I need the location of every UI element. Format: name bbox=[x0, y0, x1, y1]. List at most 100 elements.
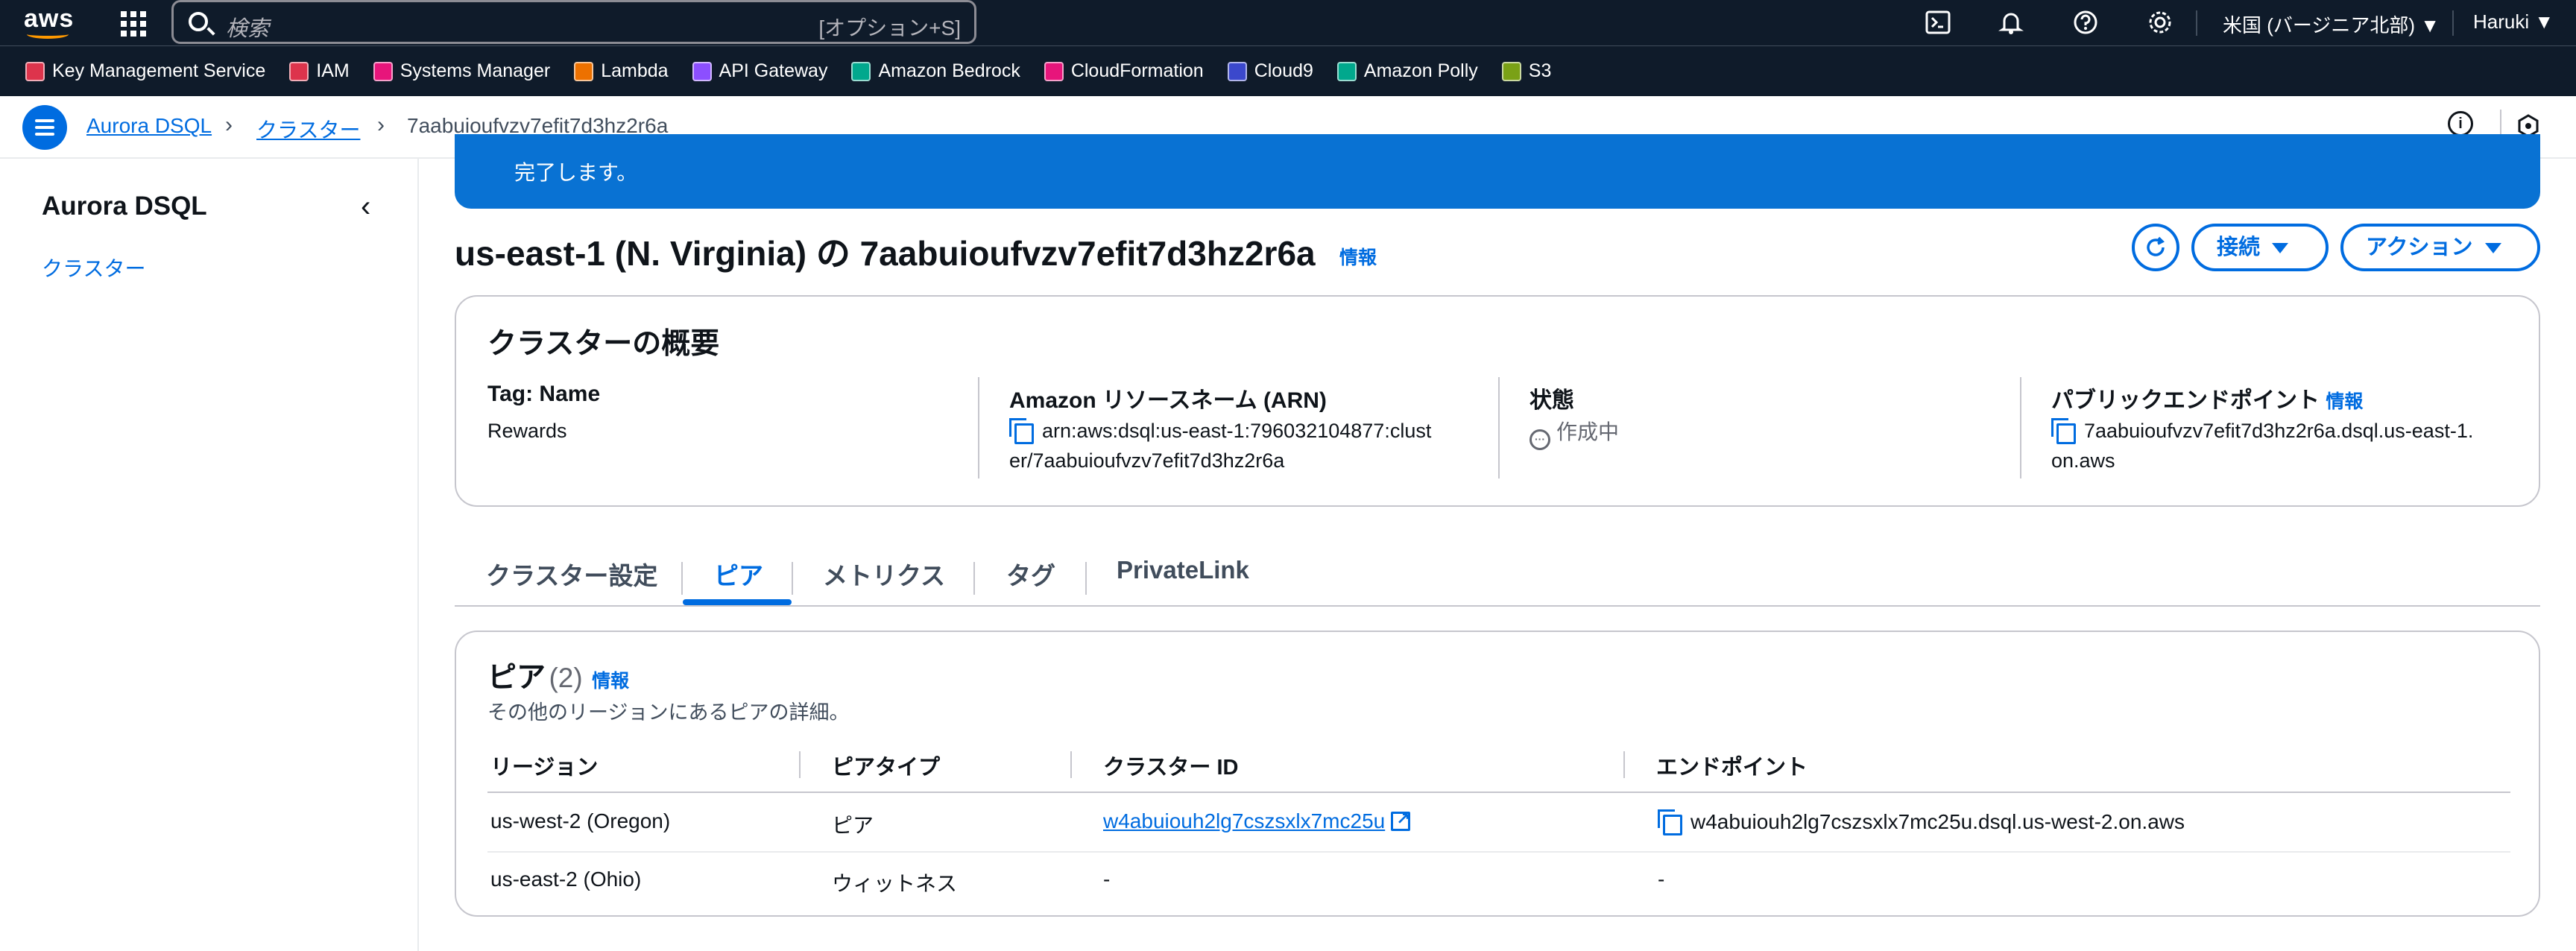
favorite-label: Cloud9 bbox=[1254, 60, 1313, 81]
actions-button-label: アクション bbox=[2366, 236, 2473, 259]
actions-button[interactable]: アクション bbox=[2340, 224, 2540, 271]
tab-privatelink[interactable]: PrivateLink bbox=[1117, 556, 1249, 584]
tab-divider bbox=[681, 562, 683, 595]
nav-divider bbox=[2196, 10, 2197, 36]
aws-logo[interactable]: aws bbox=[24, 4, 73, 40]
sidebar-title: Aurora DSQL bbox=[42, 192, 207, 221]
peers-card: ピア (2) 情報 その他のリージョンにあるピアの詳細。 リージョン ピアタイプ… bbox=[455, 631, 2540, 917]
connect-button[interactable]: 接続 bbox=[2191, 224, 2329, 271]
sidebar-item-clusters[interactable]: クラスター bbox=[42, 253, 145, 282]
favorite-label: Systems Manager bbox=[400, 60, 551, 81]
search-shortcut: [オプション+S] bbox=[818, 16, 961, 40]
arn-label: Amazon リソースネーム (ARN) bbox=[1009, 388, 1327, 413]
top-navigation: aws 検索 [オプション+S] 米国 (バージニア北部) ▼ Haruki ▼ bbox=[0, 0, 2576, 45]
peers-header: ピア (2) 情報 bbox=[487, 654, 629, 696]
copy-endpoint-icon[interactable] bbox=[2051, 418, 2076, 444]
endpoint-value: 7aabuioufvzv7efit7d3hz2r6a.dsql.us-east-… bbox=[2051, 416, 2473, 476]
arn-value: arn:aws:dsql:us-east-1:796032104877:clus… bbox=[1009, 416, 1431, 476]
endpoint-value-line2: on.aws bbox=[2051, 449, 2115, 472]
chevron-right-icon: › bbox=[377, 113, 385, 137]
column-header-cluster-id[interactable]: クラスター ID bbox=[1103, 750, 1238, 781]
tab-peers[interactable]: ピア bbox=[714, 556, 763, 592]
column-resizer[interactable] bbox=[799, 751, 801, 778]
row-divider bbox=[487, 851, 2510, 853]
notifications-bell-icon[interactable] bbox=[1998, 9, 2024, 36]
favorite-item[interactable]: Key Management Service bbox=[25, 60, 265, 82]
flash-notification: 完了します。 bbox=[455, 134, 2540, 209]
refresh-icon bbox=[2147, 236, 2165, 256]
service-icon bbox=[1227, 61, 1247, 81]
favorite-item[interactable]: API Gateway bbox=[692, 60, 827, 82]
favorites-bar: Key Management Service IAM Systems Manager… bbox=[0, 45, 2576, 96]
divider bbox=[2500, 110, 2501, 135]
row2-peer-type: ウィットネス bbox=[832, 872, 958, 895]
row2-endpoint: - bbox=[1658, 868, 1665, 891]
overview-title: クラスターの概要 bbox=[487, 328, 720, 360]
arn-value-line2: er/7aabuioufvzv7efit7d3hz2r6a bbox=[1009, 449, 1285, 472]
page-info-link[interactable]: 情報 bbox=[1339, 243, 1377, 270]
row1-cluster-id[interactable]: w4abuiouh2lg7cszsxlx7mc25u bbox=[1103, 809, 1385, 832]
aws-smile-icon bbox=[27, 30, 69, 39]
copy-endpoint-icon[interactable] bbox=[1658, 809, 1682, 835]
flash-message: 完了します。 bbox=[514, 161, 638, 184]
header-divider bbox=[487, 792, 2510, 793]
service-icon bbox=[574, 61, 594, 81]
row1-peer-type: ピア bbox=[832, 814, 874, 837]
favorite-item[interactable]: Amazon Bedrock bbox=[851, 60, 1020, 82]
peers-info-link[interactable]: 情報 bbox=[592, 671, 629, 692]
status-label: 状態 bbox=[1530, 388, 1574, 413]
favorite-item[interactable]: Cloud9 bbox=[1227, 60, 1313, 82]
row1-cluster-id-link[interactable]: w4abuiouh2lg7cszsxlx7mc25u bbox=[1103, 809, 1411, 833]
refresh-button[interactable] bbox=[2132, 224, 2179, 271]
tab-tags[interactable]: タグ bbox=[1006, 556, 1055, 592]
column-header-endpoint[interactable]: エンドポイント bbox=[1656, 750, 1808, 781]
services-grid-icon[interactable] bbox=[119, 10, 146, 37]
breadcrumb-clusters[interactable]: クラスター bbox=[256, 114, 360, 144]
service-icon bbox=[1044, 61, 1064, 81]
cluster-overview-card: クラスターの概要 Tag: Name Rewards Amazon リソースネー… bbox=[455, 295, 2540, 507]
row2-region: us-east-2 (Ohio) bbox=[490, 868, 642, 891]
menu-toggle-button[interactable] bbox=[22, 105, 67, 150]
favorite-item[interactable]: Lambda bbox=[574, 60, 669, 82]
page-title: us-east-1 (N. Virginia) の 7aabuioufvzv7e… bbox=[455, 234, 1316, 273]
cloudshell-icon[interactable] bbox=[1925, 9, 1951, 36]
row1-region: us-west-2 (Oregon) bbox=[490, 809, 671, 832]
connect-button-label: 接続 bbox=[2217, 236, 2261, 259]
status-value: 作成中 bbox=[1556, 420, 1620, 443]
column-divider bbox=[2020, 377, 2021, 478]
column-header-peer-type[interactable]: ピアタイプ bbox=[832, 750, 940, 781]
detail-tabs: クラスター設定 ピア メトリクス タグ PrivateLink bbox=[455, 541, 2540, 607]
favorite-item[interactable]: CloudFormation bbox=[1044, 60, 1204, 82]
region-selector[interactable]: 米国 (バージニア北部) ▼ bbox=[2223, 10, 2440, 38]
peers-description: その他のリージョンにあるピアの詳細。 bbox=[487, 701, 850, 724]
user-menu[interactable]: Haruki ▼ bbox=[2473, 10, 2554, 34]
search-placeholder: 検索 bbox=[226, 17, 270, 41]
column-resizer[interactable] bbox=[1070, 751, 1072, 778]
favorite-item[interactable]: IAM bbox=[289, 60, 350, 82]
side-navigation: Aurora DSQL ‹ クラスター bbox=[0, 159, 419, 951]
tab-cluster-settings[interactable]: クラスター設定 bbox=[486, 556, 657, 592]
tab-metrics[interactable]: メトリクス bbox=[823, 556, 945, 592]
active-tab-indicator bbox=[683, 599, 792, 605]
endpoint-value-line1: 7aabuioufvzv7efit7d3hz2r6a.dsql.us-east-… bbox=[2084, 420, 2474, 442]
search-input[interactable]: 検索 [オプション+S] bbox=[171, 0, 976, 44]
settings-gear-icon[interactable] bbox=[2147, 9, 2174, 36]
column-resizer[interactable] bbox=[1623, 751, 1625, 778]
row1-endpoint-value: w4abuiouh2lg7cszsxlx7mc25u.dsql.us-west-… bbox=[1690, 810, 2185, 833]
info-panel-icon[interactable]: i bbox=[2448, 111, 2473, 136]
favorite-item[interactable]: Amazon Polly bbox=[1336, 60, 1478, 82]
favorite-item[interactable]: Systems Manager bbox=[373, 60, 550, 82]
column-header-region[interactable]: リージョン bbox=[490, 750, 598, 781]
breadcrumb-aurora-dsql[interactable]: Aurora DSQL bbox=[86, 114, 212, 138]
favorite-label: Amazon Bedrock bbox=[878, 60, 1020, 81]
service-icon bbox=[1336, 61, 1357, 81]
service-icon bbox=[373, 61, 393, 81]
service-icon bbox=[25, 61, 45, 81]
favorite-item[interactable]: S3 bbox=[1501, 60, 1551, 82]
copy-arn-icon[interactable] bbox=[1009, 418, 1034, 444]
endpoint-info-link[interactable]: 情報 bbox=[2326, 391, 2363, 412]
help-icon[interactable] bbox=[2072, 9, 2099, 36]
status-badge: ··· 作成中 bbox=[1530, 416, 1619, 450]
external-link-icon bbox=[1391, 809, 1411, 831]
collapse-sidebar-icon[interactable]: ‹ bbox=[361, 190, 370, 224]
